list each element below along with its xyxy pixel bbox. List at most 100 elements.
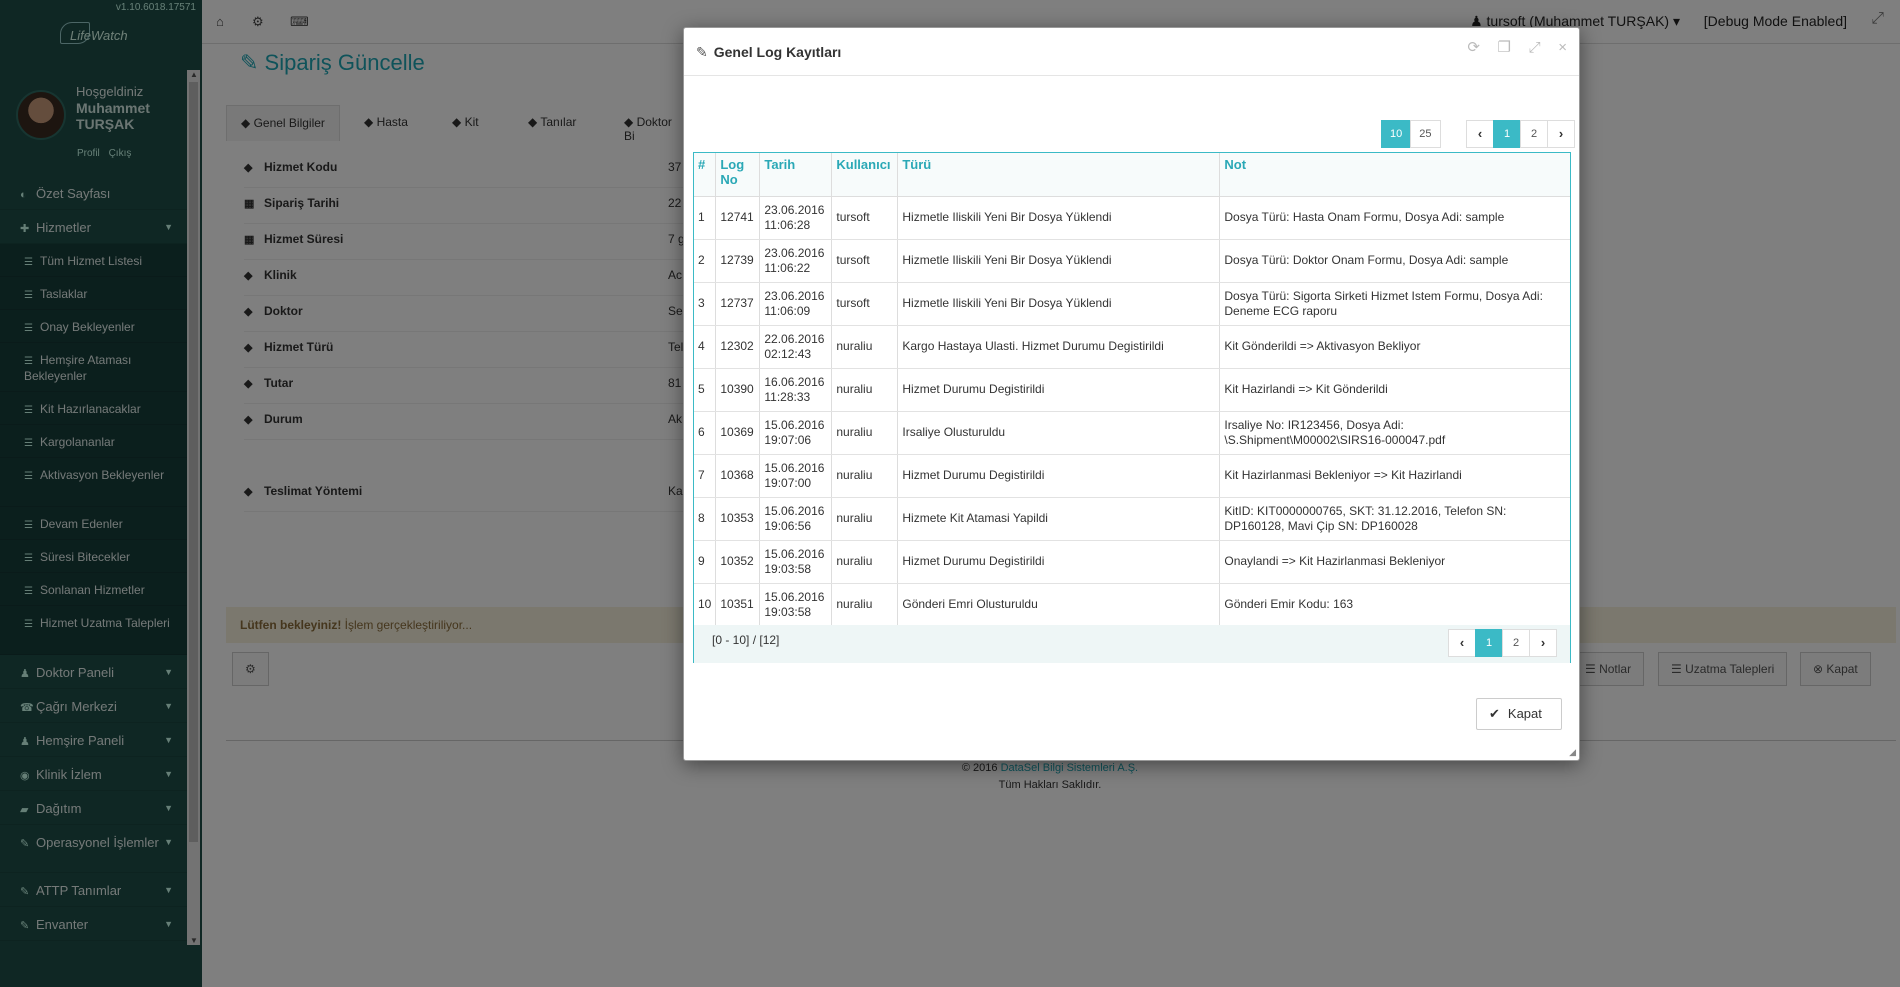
date-text: 23.06.2016 <box>764 288 825 303</box>
cell-user: tursoft <box>831 282 899 326</box>
cell-note: Dosya Türü: Doktor Onam Formu, Dosya Adi… <box>1219 239 1570 283</box>
cell-user: nuraliu <box>831 411 899 455</box>
cell-type: Hizmete Kit Atamasi Yapildi <box>897 497 1221 541</box>
cell-user: tursoft <box>831 239 899 283</box>
table-row[interactable]: 5 10390 16.06.2016 11:28:33 nuraliu Hizmet Du… <box>694 368 1570 412</box>
time-text: 19:03:58 <box>764 561 812 576</box>
cell-note: Kit Gönderildi => Aktivasyon Bekliyor <box>1219 325 1570 369</box>
date-text: 15.06.2016 <box>764 503 825 518</box>
time-text: 19:07:00 <box>764 475 812 490</box>
col-user[interactable]: Kullanıcı <box>831 153 899 197</box>
table-header-row: # Log No Tarih Kullanıcı Türü Not <box>694 153 1570 197</box>
check-circle-icon: ✔ <box>1489 706 1500 721</box>
table-row[interactable]: 8 10353 15.06.2016 19:06:56 nuraliu Hizmete K… <box>694 497 1570 541</box>
log-modal: ✎ Genel Log Kayıtları ⟳ ❐ ⤢ × 10 25 ‹ 1 2… <box>683 27 1580 761</box>
cell-date: 15.06.2016 19:03:58 <box>759 540 833 584</box>
modal-header: ✎ Genel Log Kayıtları ⟳ ❐ ⤢ × <box>684 28 1579 76</box>
chevron-left-icon[interactable]: ‹ <box>1466 120 1494 148</box>
cell-user: nuraliu <box>831 325 899 369</box>
col-type[interactable]: Türü <box>897 153 1221 197</box>
modal-close-button[interactable]: ✔ Kapat <box>1476 698 1562 730</box>
date-text: 15.06.2016 <box>764 546 825 561</box>
page-size-25[interactable]: 25 <box>1410 120 1441 148</box>
cell-type: Kargo Hastaya Ulasti. Hizmet Durumu Degi… <box>897 325 1221 369</box>
cell-type: Hizmetle Iliskili Yeni Bir Dosya Yüklend… <box>897 196 1221 240</box>
date-text: 23.06.2016 <box>764 202 825 217</box>
cell-type: Gönderi Emri Olusturuldu <box>897 583 1221 627</box>
cell-type: Hizmet Durumu Degistirildi <box>897 368 1221 412</box>
time-text: 19:03:58 <box>764 604 812 619</box>
table-row[interactable]: 4 12302 22.06.2016 02:12:43 nuraliu Kargo Has… <box>694 325 1570 369</box>
time-text: 19:07:06 <box>764 432 812 447</box>
cell-log-no: 12741 <box>715 196 761 240</box>
cell-user: nuraliu <box>831 368 899 412</box>
close-icon[interactable]: × <box>1558 39 1567 56</box>
cell-log-no: 12739 <box>715 239 761 283</box>
cell-index: 6 <box>694 411 717 455</box>
cell-note: Irsaliye No: IR123456, Dosya Adi: \S.Shi… <box>1219 411 1570 455</box>
cell-note: Onaylandi => Kit Hazirlanmasi Bekleniyor <box>1219 540 1570 584</box>
table-row[interactable]: 2 12739 23.06.2016 11:06:22 tursoft Hizmetle … <box>694 239 1570 283</box>
table-row[interactable]: 1 12741 23.06.2016 11:06:28 tursoft Hizmetle … <box>694 196 1570 240</box>
date-text: 16.06.2016 <box>764 374 825 389</box>
time-text: 11:06:09 <box>764 303 811 318</box>
time-text: 19:06:56 <box>764 518 812 533</box>
cell-date: 15.06.2016 19:06:56 <box>759 497 833 541</box>
chevron-left-icon[interactable]: ‹ <box>1448 629 1476 657</box>
resize-handle-icon[interactable]: ◢ <box>1569 747 1576 758</box>
bottom-pagination: ‹ 1 2 › <box>1448 629 1557 657</box>
page-2[interactable]: 2 <box>1502 629 1530 657</box>
cell-index: 10 <box>694 583 717 627</box>
log-table-container: # Log No Tarih Kullanıcı Türü Not 1 12741… <box>693 152 1571 663</box>
cell-index: 1 <box>694 196 717 240</box>
table-row[interactable]: 9 10352 15.06.2016 19:03:58 nuraliu Hizmet Du… <box>694 540 1570 584</box>
cell-date: 23.06.2016 11:06:28 <box>759 196 833 240</box>
date-text: 15.06.2016 <box>764 417 825 432</box>
chevron-right-icon[interactable]: › <box>1547 120 1575 148</box>
cell-date: 15.06.2016 19:03:58 <box>759 583 833 627</box>
date-text: 23.06.2016 <box>764 245 825 260</box>
restore-icon[interactable]: ❐ <box>1498 38 1511 56</box>
col-index[interactable]: # <box>694 153 717 197</box>
cell-type: Hizmet Durumu Degistirildi <box>897 454 1221 498</box>
page-1[interactable]: 1 <box>1493 120 1521 148</box>
cell-user: nuraliu <box>831 540 899 584</box>
top-pagination: ‹ 1 2 › <box>1466 120 1575 148</box>
cell-log-no: 10369 <box>715 411 761 455</box>
cell-log-no: 10353 <box>715 497 761 541</box>
cell-index: 7 <box>694 454 717 498</box>
cell-type: Hizmetle Iliskili Yeni Bir Dosya Yüklend… <box>897 239 1221 283</box>
edit-icon: ✎ <box>696 44 708 60</box>
col-note[interactable]: Not <box>1219 153 1570 197</box>
cell-type: Hizmetle Iliskili Yeni Bir Dosya Yüklend… <box>897 282 1221 326</box>
cell-note: Kit Hazirlandi => Kit Gönderildi <box>1219 368 1570 412</box>
table-row[interactable]: 10 10351 15.06.2016 19:03:58 nuraliu Gönderi … <box>694 583 1570 627</box>
chevron-right-icon[interactable]: › <box>1529 629 1557 657</box>
page-size-10[interactable]: 10 <box>1381 120 1412 148</box>
cell-index: 2 <box>694 239 717 283</box>
cell-date: 15.06.2016 19:07:00 <box>759 454 833 498</box>
cell-index: 8 <box>694 497 717 541</box>
cell-index: 3 <box>694 282 717 326</box>
cell-log-no: 10368 <box>715 454 761 498</box>
table-row[interactable]: 6 10369 15.06.2016 19:07:06 nuraliu Irsaliye … <box>694 411 1570 455</box>
log-table: # Log No Tarih Kullanıcı Türü Not 1 12741… <box>694 153 1570 627</box>
refresh-icon[interactable]: ⟳ <box>1467 38 1480 56</box>
col-log-no[interactable]: Log No <box>715 153 761 197</box>
cell-log-no: 12737 <box>715 282 761 326</box>
table-row[interactable]: 7 10368 15.06.2016 19:07:00 nuraliu Hizmet Du… <box>694 454 1570 498</box>
table-row[interactable]: 3 12737 23.06.2016 11:06:09 tursoft Hizmetle … <box>694 282 1570 326</box>
page-2[interactable]: 2 <box>1520 120 1548 148</box>
modal-tools: ⟳ ❐ ⤢ × <box>1453 38 1567 56</box>
page-1[interactable]: 1 <box>1475 629 1503 657</box>
cell-log-no: 10352 <box>715 540 761 584</box>
cell-log-no: 10351 <box>715 583 761 627</box>
cell-index: 4 <box>694 325 717 369</box>
cell-user: nuraliu <box>831 497 899 541</box>
maximize-icon[interactable]: ⤢ <box>1529 39 1541 56</box>
cell-date: 22.06.2016 02:12:43 <box>759 325 833 369</box>
time-text: 02:12:43 <box>764 346 812 361</box>
page-size-selector: 10 25 <box>1381 120 1441 148</box>
range-text: [0 - 10] / [12] <box>712 633 780 647</box>
col-date[interactable]: Tarih <box>759 153 833 197</box>
